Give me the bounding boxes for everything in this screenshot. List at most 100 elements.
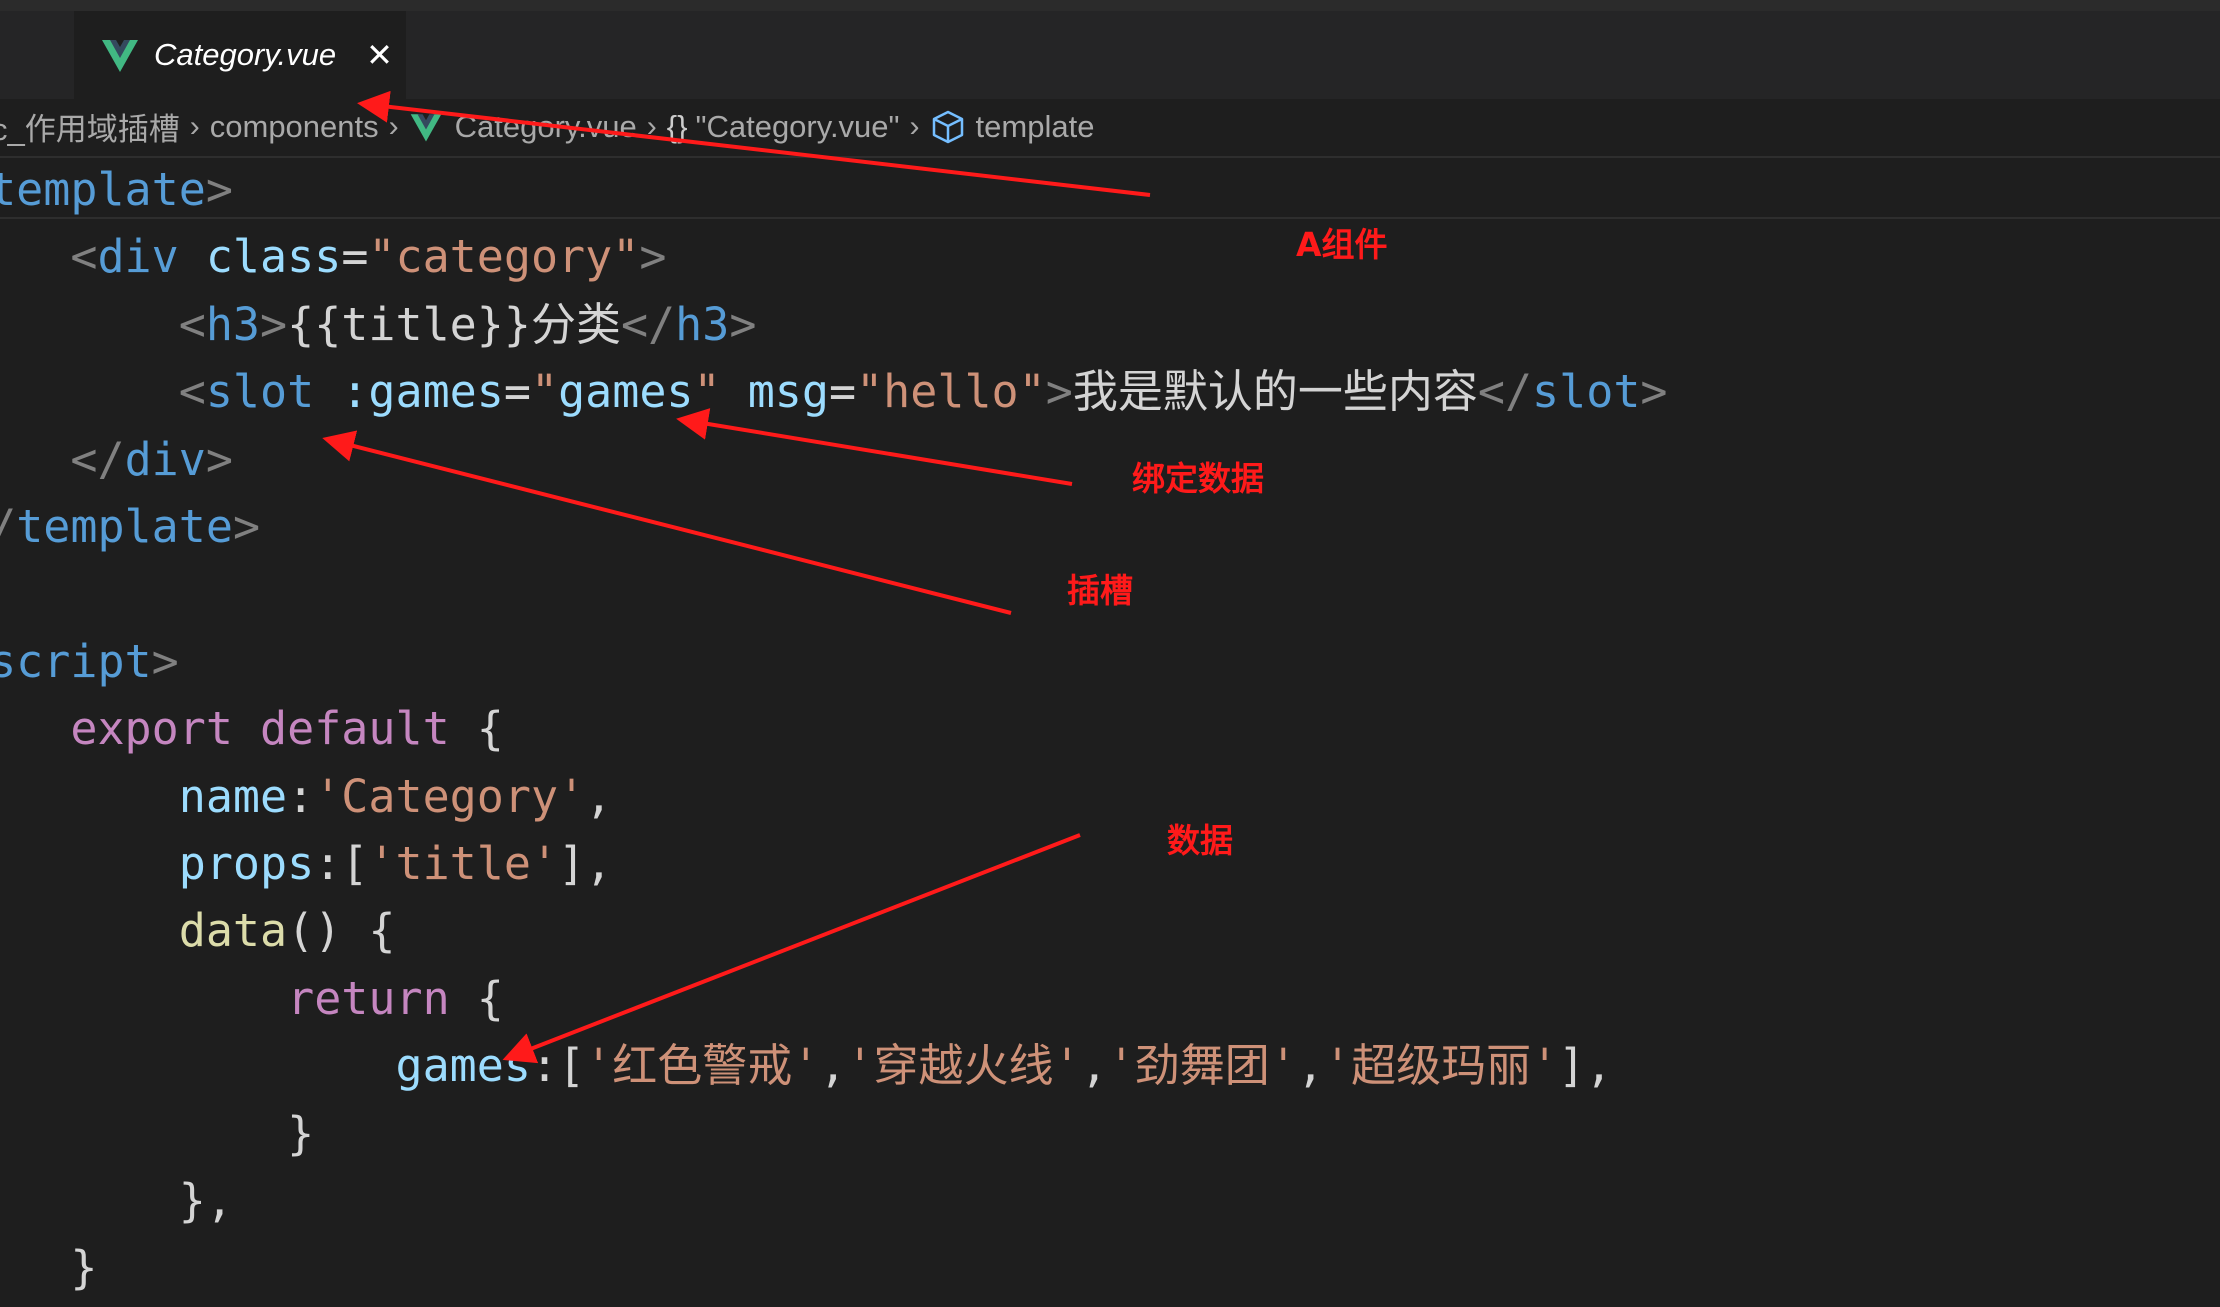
code-line: <template> [0, 156, 233, 223]
breadcrumb-template[interactable]: template [930, 108, 1095, 145]
code-token: '穿越火线' [846, 1039, 1081, 1093]
code-token: > [639, 230, 667, 284]
code-line: }, [0, 1167, 233, 1234]
code-line: } [0, 1234, 97, 1301]
code-line: props:['title'], [0, 830, 613, 897]
code-line: <slot :games="games" msg="hello">我是默认的一些… [0, 358, 1668, 425]
code-token: template [16, 500, 233, 553]
code-token: h3 [205, 297, 261, 351]
vue-icon [410, 113, 441, 141]
code-token: </ [620, 297, 676, 351]
code-token: = [503, 365, 531, 419]
code-token: </ [0, 500, 16, 553]
chevron-right-icon: › [189, 109, 200, 143]
code-editor[interactable]: <template> <div class="category"> <h3>{{… [0, 156, 2220, 1307]
code-token: data [178, 904, 288, 958]
code-token: = [341, 230, 369, 284]
code-token: '劲舞团' [1107, 1039, 1297, 1093]
code-line: <h3>{{title}}分类</h3> [0, 291, 757, 358]
code-token: props [178, 837, 315, 890]
code-token: }, [178, 1174, 233, 1227]
code-token: : [287, 769, 315, 823]
code-token: export [70, 702, 233, 756]
code-token: > [205, 163, 233, 216]
breadcrumb-module[interactable]: {} "Category.vue" [667, 109, 900, 145]
code-token: , [819, 1039, 847, 1093]
code-token: 我是默认的一些内容 [1072, 365, 1478, 419]
breadcrumb-components[interactable]: components [210, 109, 379, 145]
code-token: > [1045, 365, 1073, 419]
code-token: } [70, 1241, 98, 1295]
code-token: , [1296, 1039, 1324, 1093]
code-token: () { [287, 904, 396, 958]
code-token: > [232, 500, 261, 553]
code-token: div [97, 230, 179, 284]
code-line: </template> [0, 493, 260, 560]
breadcrumb-file-label: Category.vue [454, 108, 637, 144]
vue-icon [102, 40, 138, 72]
code-token: games [395, 1039, 531, 1093]
tab-bar: Category.vue ✕ [0, 11, 2220, 99]
code-token: > [1640, 365, 1668, 419]
breadcrumb-file[interactable]: Category.vue [409, 109, 637, 145]
code-token: </ [1477, 365, 1533, 419]
code-line: games:['红色警戒','穿越火线','劲舞团','超级玛丽'], [0, 1032, 1612, 1099]
code-token: = [829, 365, 857, 419]
code-line: } [0, 1100, 314, 1167]
code-line: export default { [0, 695, 504, 762]
breadcrumb-module-label: "Category.vue" [695, 108, 900, 144]
code-line: data() { [0, 897, 396, 964]
cube-icon [932, 110, 963, 143]
breadcrumb-folder[interactable]: c_作用域插槽 [0, 104, 180, 149]
current-line-highlight [0, 156, 2220, 219]
code-token: "hello" [856, 365, 1046, 419]
close-icon[interactable]: ✕ [366, 36, 393, 74]
code-token: ], [1558, 1039, 1613, 1093]
breadcrumb-template-label: template [975, 108, 1095, 144]
code-token: slot [205, 365, 315, 419]
code-token: > [151, 634, 179, 688]
code-token: </ [70, 432, 125, 486]
code-token: " [530, 365, 559, 419]
code-token: slot [1532, 365, 1641, 419]
code-token: " [693, 365, 721, 419]
tab-category-vue[interactable]: Category.vue ✕ [74, 11, 406, 99]
code-token: , [1080, 1039, 1108, 1093]
code-line: return { [0, 965, 504, 1032]
code-line: <div class="category"> [0, 223, 666, 290]
code-token: > [205, 432, 233, 486]
braces-icon: {} [666, 108, 688, 144]
code-token: games [558, 365, 694, 419]
annotation-slot: 插槽 [1067, 571, 1133, 610]
code-token: class [205, 230, 342, 284]
code-token: {{title}}分类 [287, 297, 621, 351]
code-token: div [124, 432, 206, 486]
code-token: msg [747, 365, 829, 419]
annotation-data: 数据 [1167, 821, 1233, 860]
tab-label: Category.vue [154, 37, 337, 72]
code-token: "category" [368, 230, 640, 284]
code-token: :games [341, 365, 504, 419]
code-token: 'title' [368, 837, 559, 890]
code-line: name:'Category', [0, 763, 613, 830]
code-token: name [178, 769, 288, 823]
code-token: < [70, 230, 98, 284]
code-token: { [449, 971, 504, 1025]
code-token: '超级玛丽' [1323, 1039, 1559, 1093]
chevron-right-icon: › [909, 109, 920, 143]
code-token: { [449, 702, 504, 756]
code-token: } [287, 1106, 315, 1160]
code-token: '红色警戒' [585, 1039, 820, 1093]
